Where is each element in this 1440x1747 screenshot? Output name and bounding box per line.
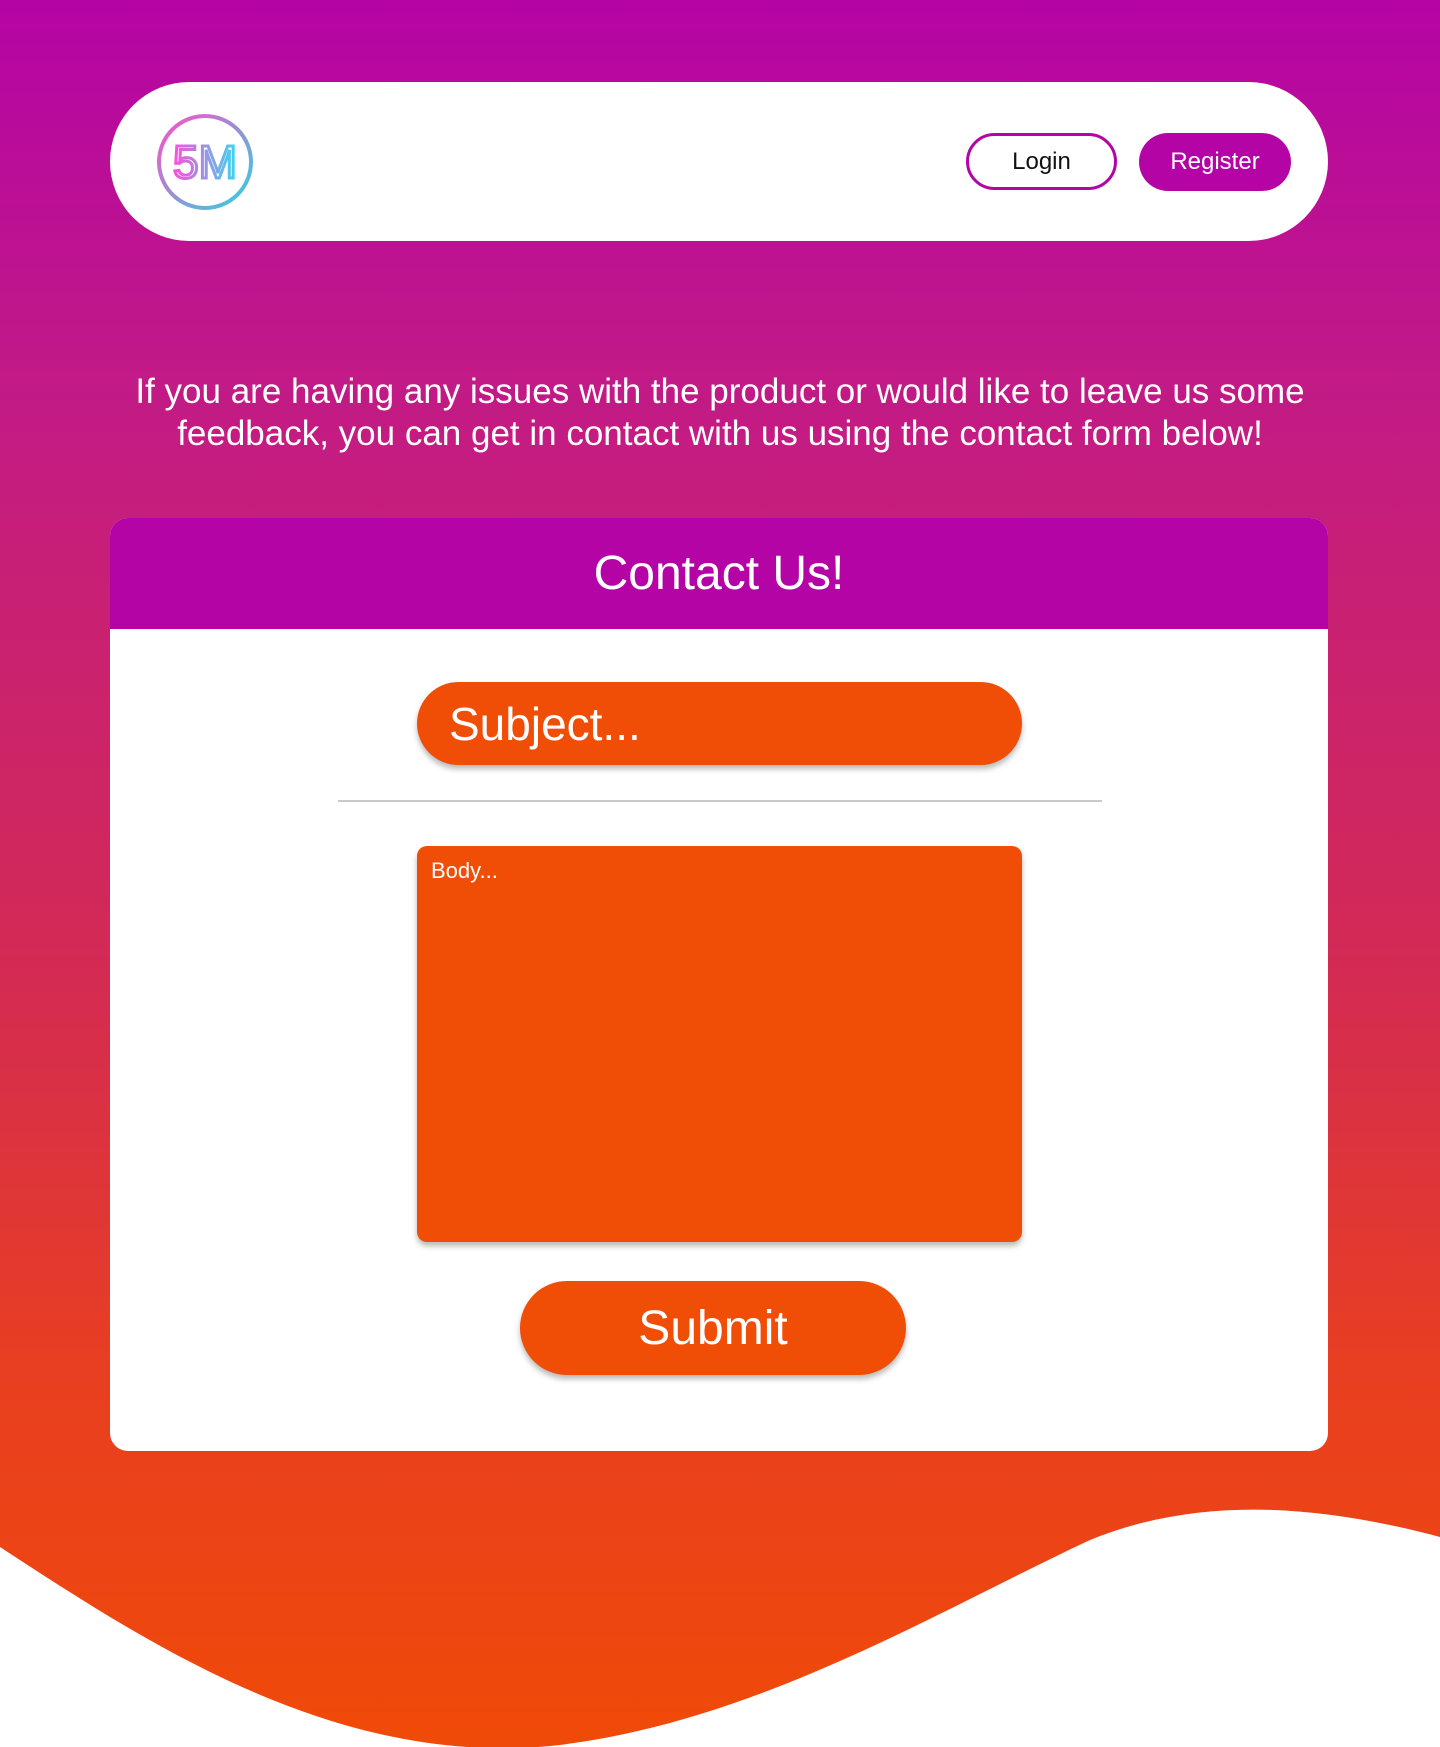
navbar: 5M Login Register	[110, 82, 1328, 241]
contact-title: Contact Us!	[110, 518, 1328, 629]
intro-text: If you are having any issues with the pr…	[135, 372, 1305, 453]
body-textarea[interactable]	[417, 846, 1022, 1242]
logo-text: 5M	[173, 136, 237, 188]
login-button[interactable]: Login	[966, 133, 1117, 190]
contact-card: Contact Us! Submit	[110, 518, 1328, 1451]
submit-button[interactable]: Submit	[520, 1281, 906, 1375]
subject-input[interactable]	[417, 682, 1022, 765]
register-button[interactable]: Register	[1139, 133, 1291, 191]
background-wave	[0, 1509, 1440, 1747]
logo[interactable]: 5M	[156, 113, 254, 211]
divider	[338, 800, 1102, 802]
